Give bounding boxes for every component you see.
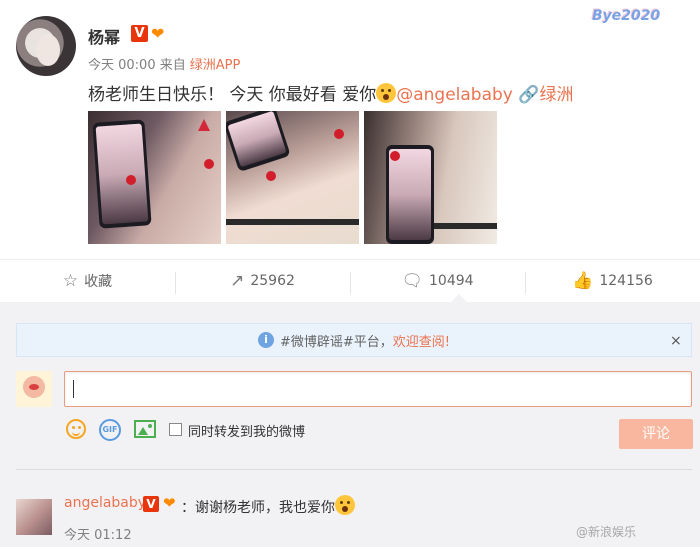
comment-button[interactable]: 🗨 10494: [350, 260, 525, 302]
location-link[interactable]: 🔗绿洲: [518, 85, 573, 105]
notice-prefix[interactable]: #微博辟谣#平台，: [280, 331, 393, 350]
cherry-shape: [334, 129, 344, 139]
emoji-picker-icon[interactable]: [66, 419, 86, 439]
post-photo-1[interactable]: [88, 111, 221, 244]
comment-text: ：谢谢杨老师，我也爱你: [181, 495, 355, 517]
post-text: 杨老师生日快乐！ 今天 你最好看 爱你 @angelababy 🔗绿洲: [88, 80, 573, 105]
comment-icon: 🗨: [401, 271, 424, 291]
comment-time: 今天 01:12: [64, 528, 132, 543]
favorite-label: 收藏: [84, 274, 113, 290]
cat-ear-shape: [198, 119, 210, 131]
commenter-name[interactable]: angelababy: [64, 495, 146, 511]
submit-comment-button[interactable]: 评论: [619, 419, 693, 449]
favorite-button[interactable]: ☆ 收藏: [0, 260, 175, 302]
fan-heart-icon: ❤: [151, 24, 165, 43]
author-name[interactable]: 杨幂: [88, 24, 120, 48]
text-caret: [73, 380, 74, 398]
like-count: 124156: [599, 273, 653, 289]
thumbs-up-icon: 👍: [572, 271, 594, 291]
share-icon: ↗: [230, 271, 245, 291]
phone-screen: [95, 123, 149, 225]
avatar-face: [36, 34, 60, 66]
comment-count: 10494: [429, 273, 474, 289]
repost-button[interactable]: ↗ 25962: [175, 260, 350, 302]
shocked-emoji-icon: [335, 495, 355, 515]
author-avatar[interactable]: [16, 16, 76, 76]
phone-screen: [227, 111, 287, 168]
phone-shape: [226, 111, 291, 173]
repost-count: 25962: [250, 273, 295, 289]
star-icon: ☆: [62, 271, 79, 291]
rumor-notice: i #微博辟谣#平台， 欢迎查阅!: [16, 323, 692, 357]
pointer-arrow: [451, 294, 467, 302]
fan-heart-icon: ❤: [163, 494, 176, 512]
commenter-avatar[interactable]: [16, 499, 52, 535]
post-time[interactable]: 今天 00:00: [88, 58, 156, 73]
close-icon[interactable]: ×: [670, 333, 682, 349]
mention-link[interactable]: @angelababy: [396, 85, 513, 105]
gif-picker-icon[interactable]: GIF: [99, 419, 121, 441]
from-label: 来自: [159, 58, 186, 73]
verified-badge-icon: V: [131, 25, 148, 42]
repost-checkbox-label[interactable]: 同时转发到我的微博: [188, 421, 305, 440]
image-upload-icon[interactable]: [134, 420, 156, 438]
divider: [16, 469, 692, 470]
action-bar: ☆ 收藏 ↗ 25962 🗨 10494 👍 124156: [0, 260, 700, 302]
phone-screen: [389, 149, 431, 240]
location-label: 绿洲: [539, 85, 574, 105]
post-meta: 今天 00:00 来自 绿洲APP: [88, 54, 240, 73]
repost-checkbox[interactable]: [169, 423, 182, 436]
cherry-shape: [204, 159, 214, 169]
sweater-stripe: [226, 219, 359, 225]
post-source[interactable]: 绿洲APP: [190, 58, 241, 73]
phone-shape: [92, 119, 152, 229]
bye2020-watermark: Bye2020: [592, 8, 661, 24]
verified-badge-icon: V: [143, 496, 159, 512]
sweater-stripe: [434, 223, 497, 229]
sina-watermark: @新浪娱乐: [576, 525, 637, 539]
link-icon: 🔗: [518, 85, 540, 105]
shocked-emoji-icon: [376, 83, 397, 103]
post-photo-2[interactable]: [226, 111, 359, 244]
cherry-shape: [266, 171, 276, 181]
notice-link[interactable]: 欢迎查阅!: [393, 331, 450, 350]
comment-text-body: ：谢谢杨老师，我也爱你: [181, 500, 335, 516]
post-photo-3[interactable]: [364, 111, 497, 244]
like-button[interactable]: 👍 124156: [525, 260, 700, 302]
bear-avatar-shape: [23, 376, 45, 398]
info-icon: i: [257, 332, 274, 348]
cherry-shape: [126, 175, 136, 185]
post-text-main: 杨老师生日快乐！ 今天 你最好看 爱你: [88, 85, 377, 105]
cherry-shape: [390, 151, 400, 161]
comment-input[interactable]: [64, 371, 692, 407]
my-avatar[interactable]: [16, 371, 52, 407]
